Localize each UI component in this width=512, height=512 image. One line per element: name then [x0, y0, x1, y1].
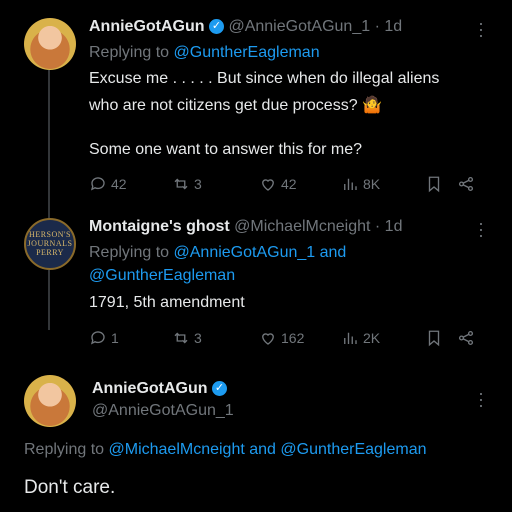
tweet-header: AnnieGotAGun ✓: [92, 380, 227, 398]
tweet-text-line: Some one want to answer this for me?: [89, 141, 363, 158]
thread-connector: [48, 270, 50, 330]
replying-and: and: [244, 441, 281, 458]
tweet-header: Montaigne's ghost @MichaelMcneight · 1d: [89, 218, 402, 236]
views-count: 2K: [363, 330, 381, 346]
bookmark-icon: [428, 330, 440, 347]
replying-prefix: Replying to: [89, 244, 174, 261]
share-button[interactable]: [457, 327, 475, 349]
replying-to: Replying to @GuntherEagleman: [89, 44, 320, 62]
avatar[interactable]: HERSON'S JOURNALS PERRY: [24, 218, 76, 270]
mention-link[interactable]: @GuntherEagleman: [89, 267, 235, 285]
replying-prefix: Replying to: [24, 441, 109, 458]
like-button[interactable]: 42: [259, 173, 297, 195]
action-bar: 1 3 162 2K: [89, 327, 484, 349]
views-button[interactable]: 8K: [341, 173, 380, 195]
more-icon[interactable]: · · ·: [478, 384, 484, 414]
author-name[interactable]: Montaigne's ghost: [89, 218, 230, 235]
tweet-header: AnnieGotAGun ✓ @AnnieGotAGun_1 · 1d: [89, 18, 402, 36]
like-icon: [262, 179, 274, 191]
reply-button[interactable]: 42: [89, 173, 127, 195]
verified-badge-icon: ✓: [209, 19, 224, 35]
tweet-text-line: Excuse me . . . . . But since when do il…: [89, 70, 440, 87]
views-count: 8K: [363, 176, 381, 192]
mention-link[interactable]: @MichaelMcneight: [109, 441, 245, 458]
tweet-time[interactable]: · 1d: [375, 218, 403, 235]
views-icon: [344, 178, 357, 190]
repost-count: 3: [194, 176, 202, 192]
author-name[interactable]: AnnieGotAGun: [89, 18, 205, 35]
share-icon: [458, 176, 474, 192]
bookmark-button[interactable]: [425, 173, 443, 195]
views-button[interactable]: 2K: [341, 327, 380, 349]
replying-and: and: [315, 244, 347, 261]
tweet-text: 1791, 5th amendment: [89, 294, 245, 311]
reply-icon: [90, 331, 105, 345]
bookmark-icon: [428, 176, 440, 193]
tweet-text-line: who are not citizens get due process? 🤷: [89, 97, 382, 114]
repost-icon: [174, 332, 188, 344]
author-handle[interactable]: @AnnieGotAGun_1: [228, 18, 370, 35]
author-handle[interactable]: @MichaelMcneight: [234, 218, 370, 235]
avatar[interactable]: [24, 18, 76, 70]
more-icon[interactable]: · · ·: [478, 214, 484, 244]
avatar[interactable]: [24, 375, 76, 427]
reply-count: 42: [111, 176, 127, 192]
action-bar: 42 3 42 8K: [89, 173, 484, 195]
verified-badge-icon: ✓: [212, 381, 227, 397]
avatar-lettering: HERSON'S JOURNALS PERRY: [27, 230, 73, 257]
views-icon: [344, 332, 357, 344]
tweet-text: Don't care.: [24, 477, 116, 498]
repost-button[interactable]: 3: [172, 173, 202, 195]
like-button[interactable]: 162: [259, 327, 304, 349]
like-icon: [262, 333, 274, 345]
replying-prefix: Replying to: [89, 44, 174, 61]
author-handle[interactable]: @AnnieGotAGun_1: [92, 402, 234, 420]
author-name[interactable]: AnnieGotAGun: [92, 380, 208, 397]
repost-count: 3: [194, 330, 202, 346]
reply-icon: [90, 177, 105, 191]
thread-connector: [48, 70, 50, 220]
mention-link[interactable]: @GuntherEagleman: [174, 44, 320, 61]
like-count: 42: [281, 176, 297, 192]
repost-icon: [174, 178, 188, 190]
tweet-time[interactable]: · 1d: [375, 18, 403, 35]
replying-to: Replying to @MichaelMcneight and @Gunthe…: [24, 441, 427, 459]
bookmark-button[interactable]: [425, 327, 443, 349]
replying-to: Replying to @AnnieGotAGun_1 and: [89, 244, 346, 262]
more-icon[interactable]: · · ·: [478, 14, 484, 44]
reply-count: 1: [111, 330, 119, 346]
mention-link[interactable]: @AnnieGotAGun_1: [174, 244, 316, 261]
mention-link[interactable]: @GuntherEagleman: [280, 441, 426, 458]
like-count: 162: [281, 330, 305, 346]
repost-button[interactable]: 3: [172, 327, 202, 349]
share-icon: [458, 330, 474, 346]
reply-button[interactable]: 1: [89, 327, 119, 349]
share-button[interactable]: [457, 173, 475, 195]
